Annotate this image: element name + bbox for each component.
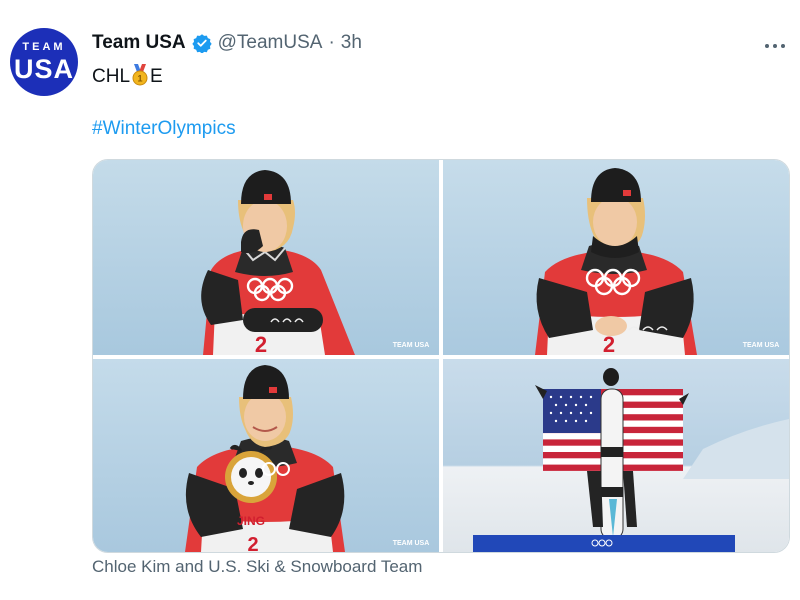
avatar-text-team: TEAM bbox=[22, 40, 66, 53]
tweet-timestamp[interactable]: 3h bbox=[341, 32, 362, 54]
verified-badge-icon bbox=[191, 33, 212, 53]
account-handle[interactable]: @TeamUSA bbox=[218, 32, 323, 54]
photo-3[interactable]: JING 2 TEAM USA bbox=[93, 359, 439, 552]
media-grid: 2 TEAM USA 2 TEAM USA JING 2 TEAM USA bbox=[92, 159, 790, 553]
tweet-text: CHL 1 E bbox=[92, 64, 163, 88]
photo-2[interactable]: 2 TEAM USA bbox=[443, 160, 789, 355]
watermark: TEAM USA bbox=[393, 342, 430, 349]
photo-1[interactable]: 2 TEAM USA bbox=[93, 160, 439, 355]
watermark: TEAM USA bbox=[743, 342, 780, 349]
hashtag-link[interactable]: #WinterOlympics bbox=[92, 118, 236, 140]
bib-number: 2 bbox=[603, 332, 615, 355]
account-name[interactable]: Team USA bbox=[92, 32, 186, 54]
gold-medal-icon: 1 bbox=[131, 64, 149, 86]
media-caption: Chloe Kim and U.S. Ski & Snowboard Team bbox=[92, 557, 423, 576]
bib-number: 2 bbox=[247, 534, 258, 552]
svg-text:JING: JING bbox=[237, 514, 265, 528]
more-options-icon[interactable] bbox=[764, 34, 786, 55]
bib-number: 2 bbox=[255, 332, 267, 355]
watermark: TEAM USA bbox=[393, 540, 430, 547]
photo-4[interactable] bbox=[443, 359, 789, 552]
separator-dot: · bbox=[328, 32, 335, 53]
tweet-header: Team USA @TeamUSA · 3h bbox=[92, 32, 362, 54]
svg-text:1: 1 bbox=[138, 74, 143, 84]
account-avatar[interactable]: TEAM USA bbox=[10, 28, 78, 96]
avatar-text-usa: USA bbox=[13, 53, 74, 84]
tweet-text-after: E bbox=[150, 66, 163, 87]
tweet-text-before: CHL bbox=[92, 66, 131, 87]
